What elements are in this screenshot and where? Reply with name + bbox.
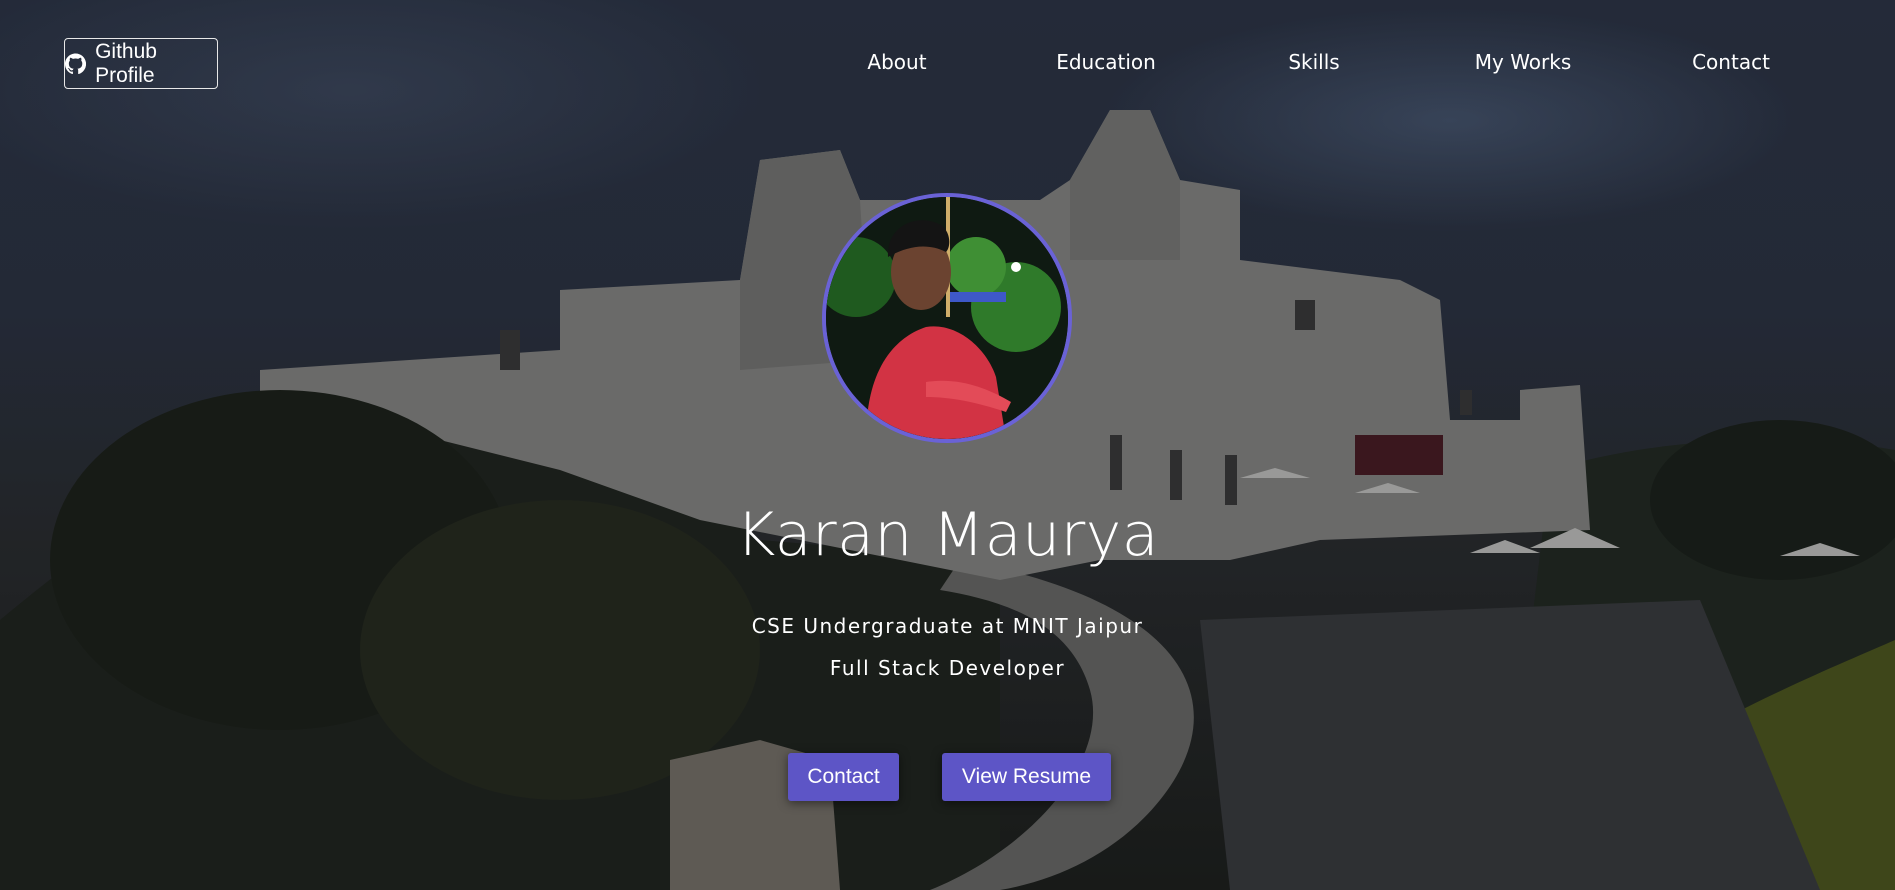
profile-photo [826,197,1068,439]
nav-my-works[interactable]: My Works [1475,50,1572,74]
nav-education[interactable]: Education [1056,50,1156,74]
contact-button[interactable]: Contact [788,753,899,801]
nav-about[interactable]: About [867,50,926,74]
nav-contact[interactable]: Contact [1692,50,1770,74]
nav-skills[interactable]: Skills [1288,50,1339,74]
hero-subtitle-role: Full Stack Developer [829,656,1066,680]
hero-name: Karan Maurya [735,500,1160,570]
main-nav: About Education Skills My Works Contact [0,50,1895,80]
hero-subtitle-education: CSE Undergraduate at MNIT Jaipur [751,614,1144,638]
view-resume-button[interactable]: View Resume [942,753,1111,801]
avatar [822,193,1072,443]
